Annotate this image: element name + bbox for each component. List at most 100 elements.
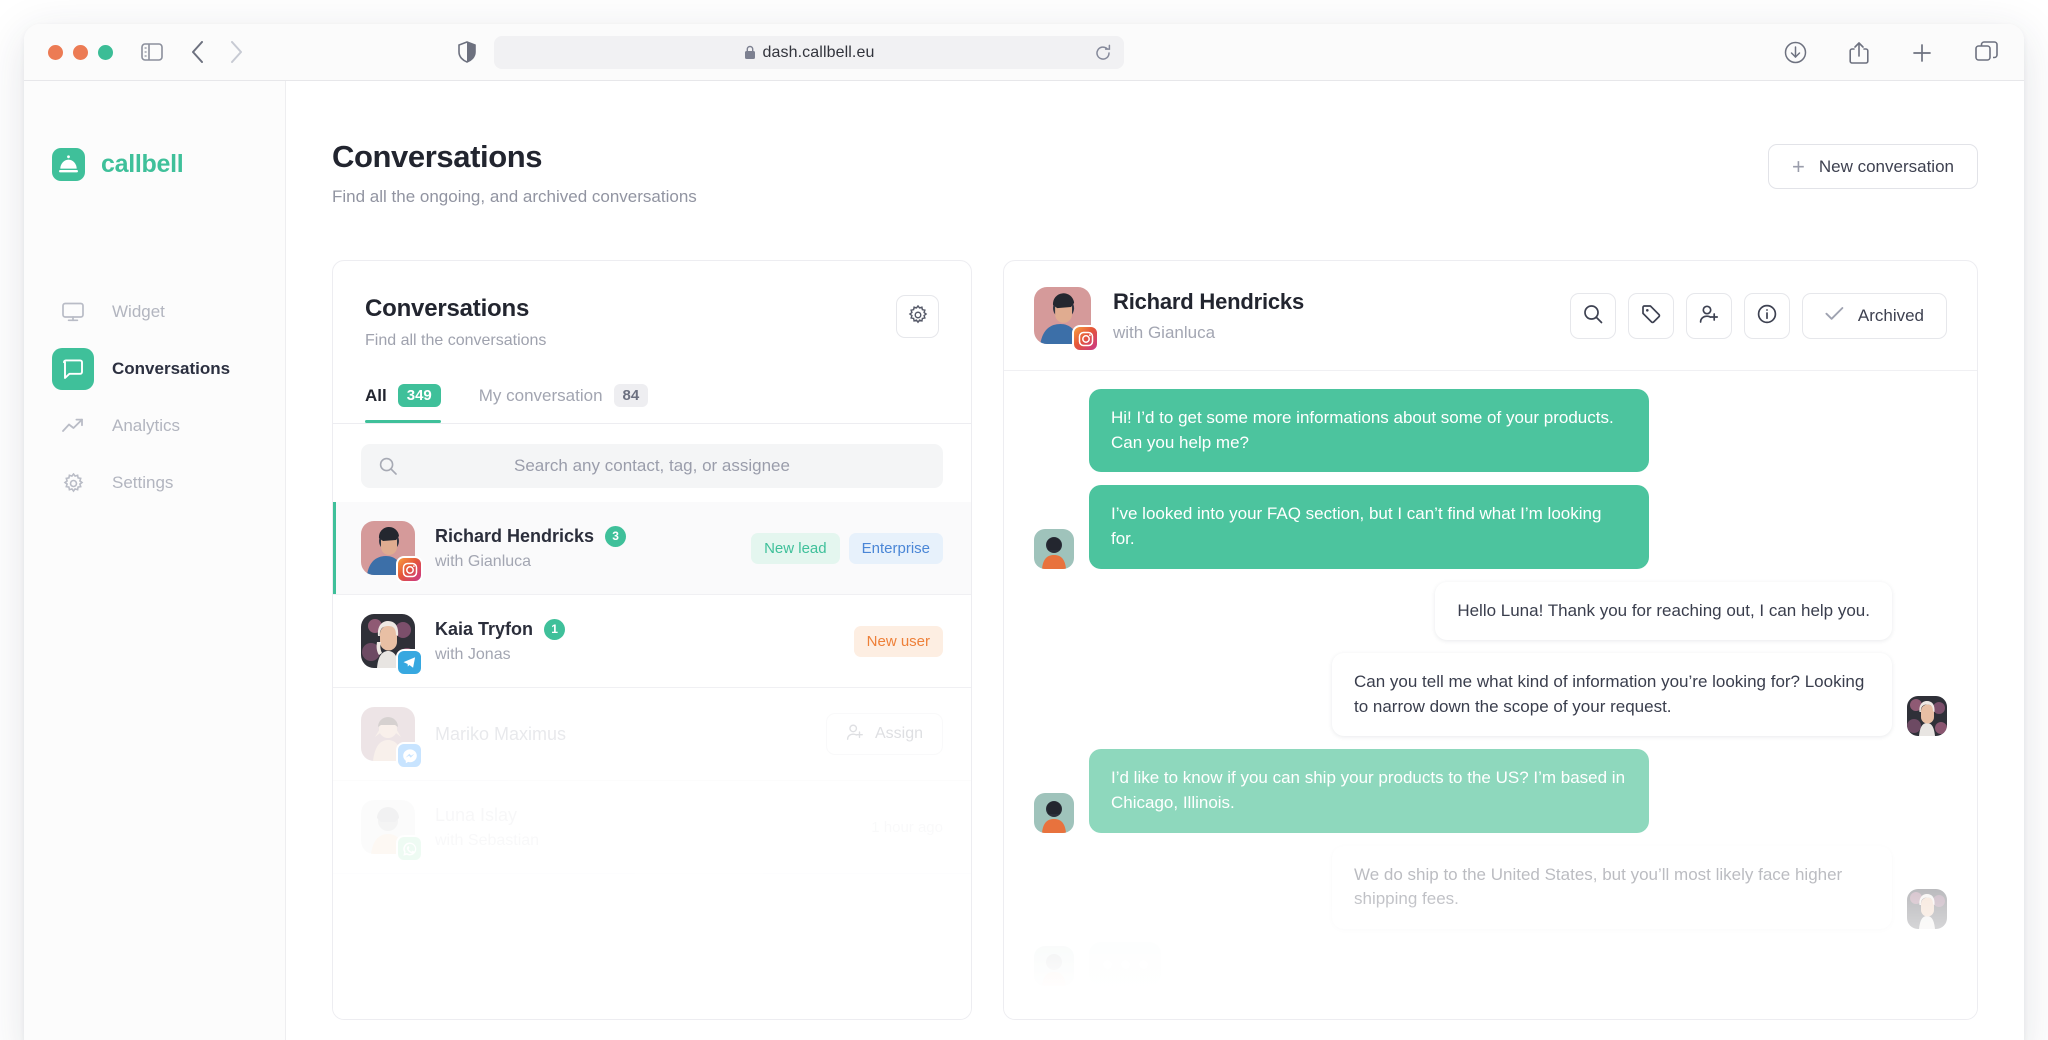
minimize-window-button[interactable] — [73, 45, 88, 60]
chat-bubble-icon — [52, 348, 94, 390]
message-row: I’ve looked into your FAQ section, but I… — [1034, 485, 1947, 568]
assign-user-icon — [1699, 304, 1719, 327]
contact-name: Richard Hendricks — [435, 526, 594, 547]
plus-icon: + — [1792, 156, 1805, 178]
assign-button[interactable]: Assign — [826, 713, 943, 755]
tag-list: New lead Enterprise — [751, 533, 943, 564]
sidebar-item-settings[interactable]: Settings — [52, 462, 285, 504]
toolbar-right-actions — [1784, 24, 1998, 81]
conversation-info: Kaia Tryfon 1 with Jonas — [435, 619, 834, 664]
sidebar-nav: Widget Conversations — [24, 291, 285, 504]
avatar — [361, 707, 415, 761]
table-row[interactable]: Mariko Maximus — [333, 688, 971, 781]
gear-icon — [52, 462, 94, 504]
plus-icon[interactable] — [1911, 42, 1933, 64]
conversation-name-row: Luna Islay — [435, 805, 851, 826]
unread-count-badge: 3 — [605, 526, 626, 547]
instagram-icon — [1072, 325, 1099, 352]
chat-tag-button[interactable] — [1628, 293, 1674, 339]
share-icon[interactable] — [1849, 41, 1869, 65]
page-subtitle: Find all the ongoing, and archived conve… — [332, 187, 697, 207]
screenshot-root: dash.callbell.eu — [0, 0, 2048, 1040]
sidebar-item-analytics[interactable]: Analytics — [52, 405, 285, 447]
sidebar-item-conversations[interactable]: Conversations — [52, 348, 285, 390]
avatar — [1907, 889, 1947, 929]
typing-dot — [1121, 960, 1130, 969]
assignee-label: with Jonas — [435, 646, 834, 664]
callbell-logo-icon — [52, 148, 85, 181]
whatsapp-icon — [396, 835, 423, 862]
chat-info-button[interactable] — [1744, 293, 1790, 339]
forward-arrow-icon[interactable] — [230, 41, 243, 63]
avatar-image — [1034, 793, 1074, 833]
conversations-settings-button[interactable] — [896, 295, 939, 338]
tag-list: New user — [854, 626, 943, 657]
sidebar-item-widget[interactable]: Widget — [52, 291, 285, 333]
archived-button[interactable]: Archived — [1802, 293, 1947, 339]
tab-label: My conversation — [479, 386, 603, 406]
status-badge[interactable]: New user — [854, 626, 943, 657]
monitor-icon — [52, 291, 94, 333]
typing-dot — [1139, 960, 1148, 969]
table-row[interactable]: Richard Hendricks 3 with Gianluca New le… — [333, 502, 971, 595]
sidebar-item-label: Conversations — [112, 359, 230, 379]
tab-my-conversation[interactable]: My conversation 84 — [479, 384, 648, 423]
downloads-icon[interactable] — [1784, 41, 1807, 64]
search-section — [333, 424, 971, 502]
contact-name: Luna Islay — [435, 805, 517, 826]
info-icon — [1757, 304, 1777, 327]
tab-label: All — [365, 386, 387, 406]
reload-icon[interactable] — [1094, 44, 1112, 67]
close-window-button[interactable] — [48, 45, 63, 60]
privacy-shield-icon[interactable] — [458, 41, 476, 63]
browser-toolbar: dash.callbell.eu — [24, 24, 2024, 81]
avatar — [361, 800, 415, 854]
chat-search-button[interactable] — [1570, 293, 1616, 339]
list-fade-overlay — [333, 869, 971, 1019]
message-row: Can you tell me what kind of information… — [1034, 653, 1947, 736]
browser-window: dash.callbell.eu — [24, 24, 2024, 1040]
conversation-info: Richard Hendricks 3 with Gianluca — [435, 526, 731, 571]
url-text: dash.callbell.eu — [763, 44, 875, 62]
search-box[interactable] — [361, 444, 943, 488]
new-conversation-button[interactable]: + New conversation — [1768, 144, 1978, 189]
table-row[interactable]: Luna Islay with Sebastian 1 hour ago — [333, 781, 971, 874]
status-badge[interactable]: Enterprise — [849, 533, 943, 564]
message-bubble-outgoing: We do ship to the United States, but you… — [1332, 846, 1892, 929]
timestamp: 1 hour ago — [871, 819, 943, 836]
contact-name: Kaia Tryfon — [435, 619, 533, 640]
page-header: Conversations Find all the ongoing, and … — [332, 139, 1978, 207]
avatar — [1034, 287, 1091, 344]
message-bubble-outgoing: Hello Luna! Thank you for reaching out, … — [1435, 582, 1892, 641]
chat-peer: Richard Hendricks with Gianluca — [1034, 287, 1304, 344]
maximize-window-button[interactable] — [98, 45, 113, 60]
message-row: We do ship to the United States, but you… — [1034, 846, 1947, 929]
message-bubble-incoming: Hi! I’d to get some more informations ab… — [1089, 389, 1649, 472]
chat-panel: Richard Hendricks with Gianluca — [1003, 260, 1978, 1020]
chat-assign-button[interactable] — [1686, 293, 1732, 339]
back-arrow-icon[interactable] — [191, 41, 204, 63]
typing-dot — [1103, 960, 1112, 969]
assignee-label: with Gianluca — [435, 553, 731, 571]
app-frame: callbell Widget — [24, 81, 2024, 1040]
conversation-tabs: All 349 My conversation 84 — [365, 384, 939, 423]
table-row[interactable]: Kaia Tryfon 1 with Jonas New user — [333, 595, 971, 688]
address-bar[interactable]: dash.callbell.eu — [494, 36, 1124, 69]
sidebar-item-label: Widget — [112, 302, 165, 322]
tab-overview-icon[interactable] — [1975, 41, 1998, 64]
message-bubble-incoming: I’d like to know if you can ship your pr… — [1089, 749, 1649, 832]
brand[interactable]: callbell — [24, 148, 285, 181]
tab-all[interactable]: All 349 — [365, 384, 441, 423]
instagram-icon — [396, 556, 423, 583]
avatar-image — [1034, 529, 1074, 569]
sidebar-toggle-icon[interactable] — [141, 43, 163, 61]
tab-count-badge: 84 — [614, 384, 649, 407]
tab-count-badge: 349 — [398, 384, 441, 407]
check-icon — [1825, 306, 1844, 326]
panels-row: Conversations Find all the conversations — [332, 260, 1978, 1020]
search-input[interactable] — [361, 444, 943, 488]
avatar-image — [1034, 946, 1074, 986]
typing-indicator-row — [1034, 942, 1947, 986]
status-badge[interactable]: New lead — [751, 533, 840, 564]
contact-name: Mariko Maximus — [435, 724, 566, 745]
